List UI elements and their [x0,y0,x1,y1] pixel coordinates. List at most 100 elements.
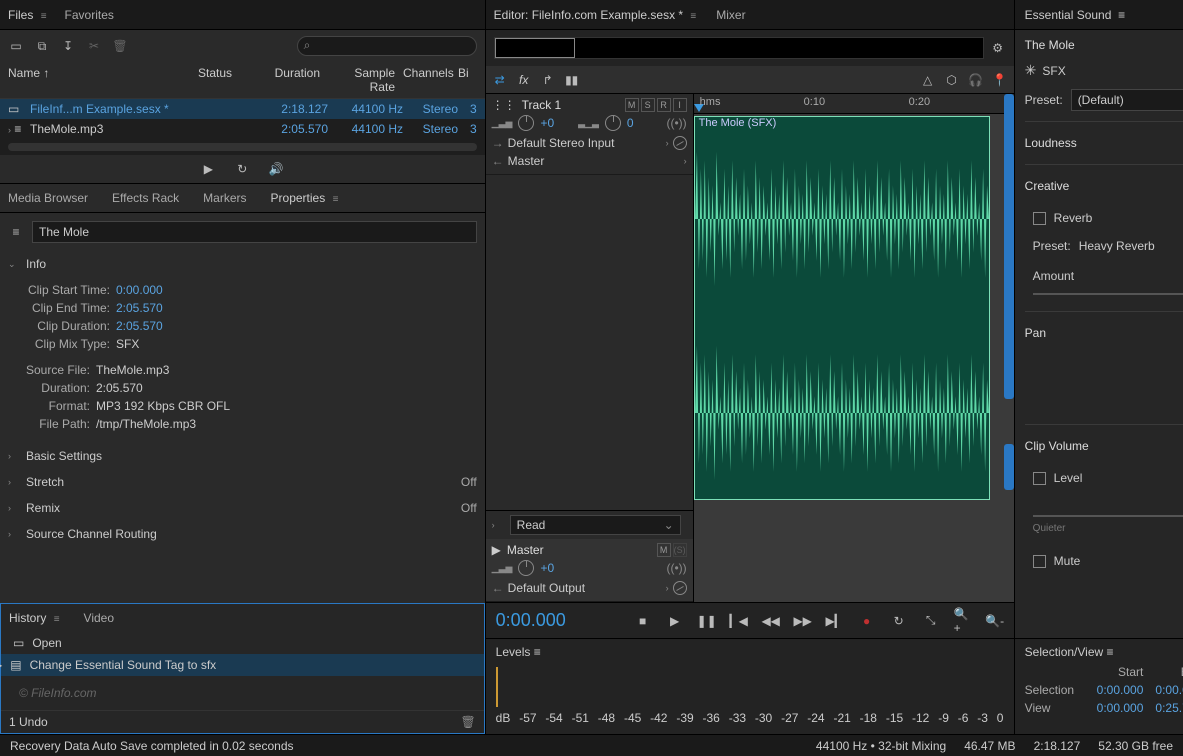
gear-icon[interactable]: ⚙ [990,40,1006,56]
automation-mode-select[interactable]: Read ⌄ [510,515,681,535]
section-clip-volume[interactable]: Clip Volume [1025,435,1183,457]
zoom-out-icon[interactable]: 🔍- [986,612,1004,630]
automation-expand-icon[interactable]: › [492,520,504,530]
stereo-icon: ((•)) [666,561,686,575]
monitor-button[interactable]: I [673,98,687,112]
play-icon[interactable]: ▶ [200,161,216,177]
forward-end-icon[interactable]: ▶▎ [826,612,844,630]
import-icon[interactable]: ↧ [60,38,76,54]
metronome-icon[interactable]: △ [920,72,936,88]
play-icon[interactable]: ▶ [666,612,684,630]
amount-slider[interactable] [1033,293,1183,295]
reverb-preset-select[interactable]: Heavy Reverb [1079,239,1155,253]
pan-value[interactable]: 0 [627,116,634,130]
forward-icon[interactable]: ▶▶ [794,612,812,630]
view-start[interactable]: 0:00.000 [1097,701,1144,715]
tab-video[interactable]: Video [84,611,114,625]
tab-files[interactable]: Files ≡ [8,8,47,22]
loop-playback-icon[interactable]: ↻ [890,612,908,630]
sfx-tag[interactable]: SFX [1042,64,1065,78]
reverb-checkbox[interactable] [1033,212,1046,225]
expand-icon[interactable]: › [8,125,11,135]
auto-play-icon[interactable]: 🔊 [268,161,284,177]
rewind-start-icon[interactable]: ▎◀ [730,612,748,630]
track-input-row[interactable]: →Default Stereo Input› [492,134,687,152]
record-icon[interactable]: ● [858,612,876,630]
volume-knob[interactable] [518,115,534,131]
audio-clip[interactable]: The Mole (SFX) [694,116,990,500]
files-hscroll[interactable] [8,143,477,151]
master-track-area[interactable] [694,502,1014,602]
loop-icon[interactable]: ⇄ [492,72,508,88]
search-input[interactable] [318,39,468,53]
tab-effects-rack[interactable]: Effects Rack [112,191,179,205]
file-row[interactable]: › ≡ TheMole.mp3 2:05.570 44100 Hz Stereo… [0,119,485,139]
tab-favorites[interactable]: Favorites [65,8,114,22]
clip-area[interactable]: The Mole (SFX) [694,114,1014,502]
tab-history[interactable]: History ≡ [9,611,60,625]
section-basic-settings[interactable]: ›Basic Settings [8,443,477,469]
record-arm-button[interactable]: R [657,98,671,112]
sel-start[interactable]: 0:00.000 [1097,683,1144,697]
track-grip-icon[interactable]: ⋮⋮ [492,98,516,112]
section-source-channel[interactable]: ›Source Channel Routing [8,521,477,547]
history-item[interactable]: ▭ Open [1,632,484,654]
history-item[interactable]: ▶ ▤ Change Essential Sound Tag to sfx [1,654,484,676]
input-power-icon[interactable] [673,136,687,150]
section-pan[interactable]: Pan [1025,322,1183,344]
master-volume-knob[interactable] [518,560,534,576]
section-creative[interactable]: Creative [1025,175,1183,197]
essential-sound-title: Essential Sound [1025,8,1112,22]
master-output-row[interactable]: ←Default Output› [492,579,687,597]
section-info[interactable]: ⌄Info [8,251,477,277]
timecode[interactable]: 0:00.000 [496,610,606,631]
stop-icon[interactable]: ■ [634,612,652,630]
level-checkbox[interactable] [1033,472,1046,485]
loop-icon[interactable]: ↻ [234,161,250,177]
snap-icon[interactable]: ⬡ [944,72,960,88]
eq-icon[interactable]: ▮▮ [564,72,580,88]
overview-selection[interactable] [495,38,575,58]
files-search[interactable] [297,36,477,56]
zoom-in-icon[interactable]: 🔍+ [954,612,972,630]
levels-meter [496,667,1004,707]
master-mute[interactable]: M [657,543,671,557]
section-remix[interactable]: ›RemixOff [8,495,477,521]
file-row[interactable]: ▭ FileInf...m Example.sesx * 2:18.127 44… [0,99,485,119]
tab-editor[interactable]: Editor: FileInfo.com Example.sesx * ≡ [494,8,697,22]
mute-button[interactable]: M [625,98,639,112]
level-slider[interactable] [1033,515,1183,517]
master-vscroll[interactable] [1000,94,1014,602]
section-stretch[interactable]: ›StretchOff [8,469,477,495]
mute-checkbox[interactable] [1033,555,1046,568]
time-ruler[interactable]: hms 0:10 0:20 [694,94,1014,114]
section-loudness[interactable]: Loudness [1025,132,1183,154]
pause-icon[interactable]: ❚❚ [698,612,716,630]
fx-icon[interactable]: fx [516,72,532,88]
skip-selection-icon[interactable]: ⤡ [922,612,940,630]
track-name[interactable]: Track 1 [522,98,619,112]
clear-history-icon[interactable]: 🗑 [460,715,475,729]
volume-value[interactable]: +0 [540,116,554,130]
marker-icon[interactable]: 📍 [992,72,1008,88]
tab-properties[interactable]: Properties ≡ [271,191,339,205]
new-file-icon[interactable]: ⧉ [34,38,50,54]
solo-button[interactable]: S [641,98,655,112]
view-end[interactable]: 0:25.764 [1155,701,1183,715]
tab-mixer[interactable]: Mixer [716,8,745,22]
clip-name-input[interactable] [32,221,477,243]
open-file-icon[interactable]: ▭ [8,38,24,54]
master-volume-value[interactable]: +0 [540,561,554,575]
tab-markers[interactable]: Markers [203,191,246,205]
overview-track[interactable] [494,37,984,59]
sel-end[interactable]: 0:00.000 [1155,683,1183,697]
output-power-icon[interactable] [673,581,687,595]
preset-select[interactable]: (Default) [1071,89,1183,111]
tab-media-browser[interactable]: Media Browser [8,191,88,205]
track-output-row[interactable]: ←Master› [492,152,687,170]
pan-knob[interactable] [605,115,621,131]
master-grip-icon[interactable]: ▶ [492,543,501,557]
rewind-icon[interactable]: ◀◀ [762,612,780,630]
send-icon[interactable]: ↱ [540,72,556,88]
headphone-icon[interactable]: 🎧 [968,72,984,88]
